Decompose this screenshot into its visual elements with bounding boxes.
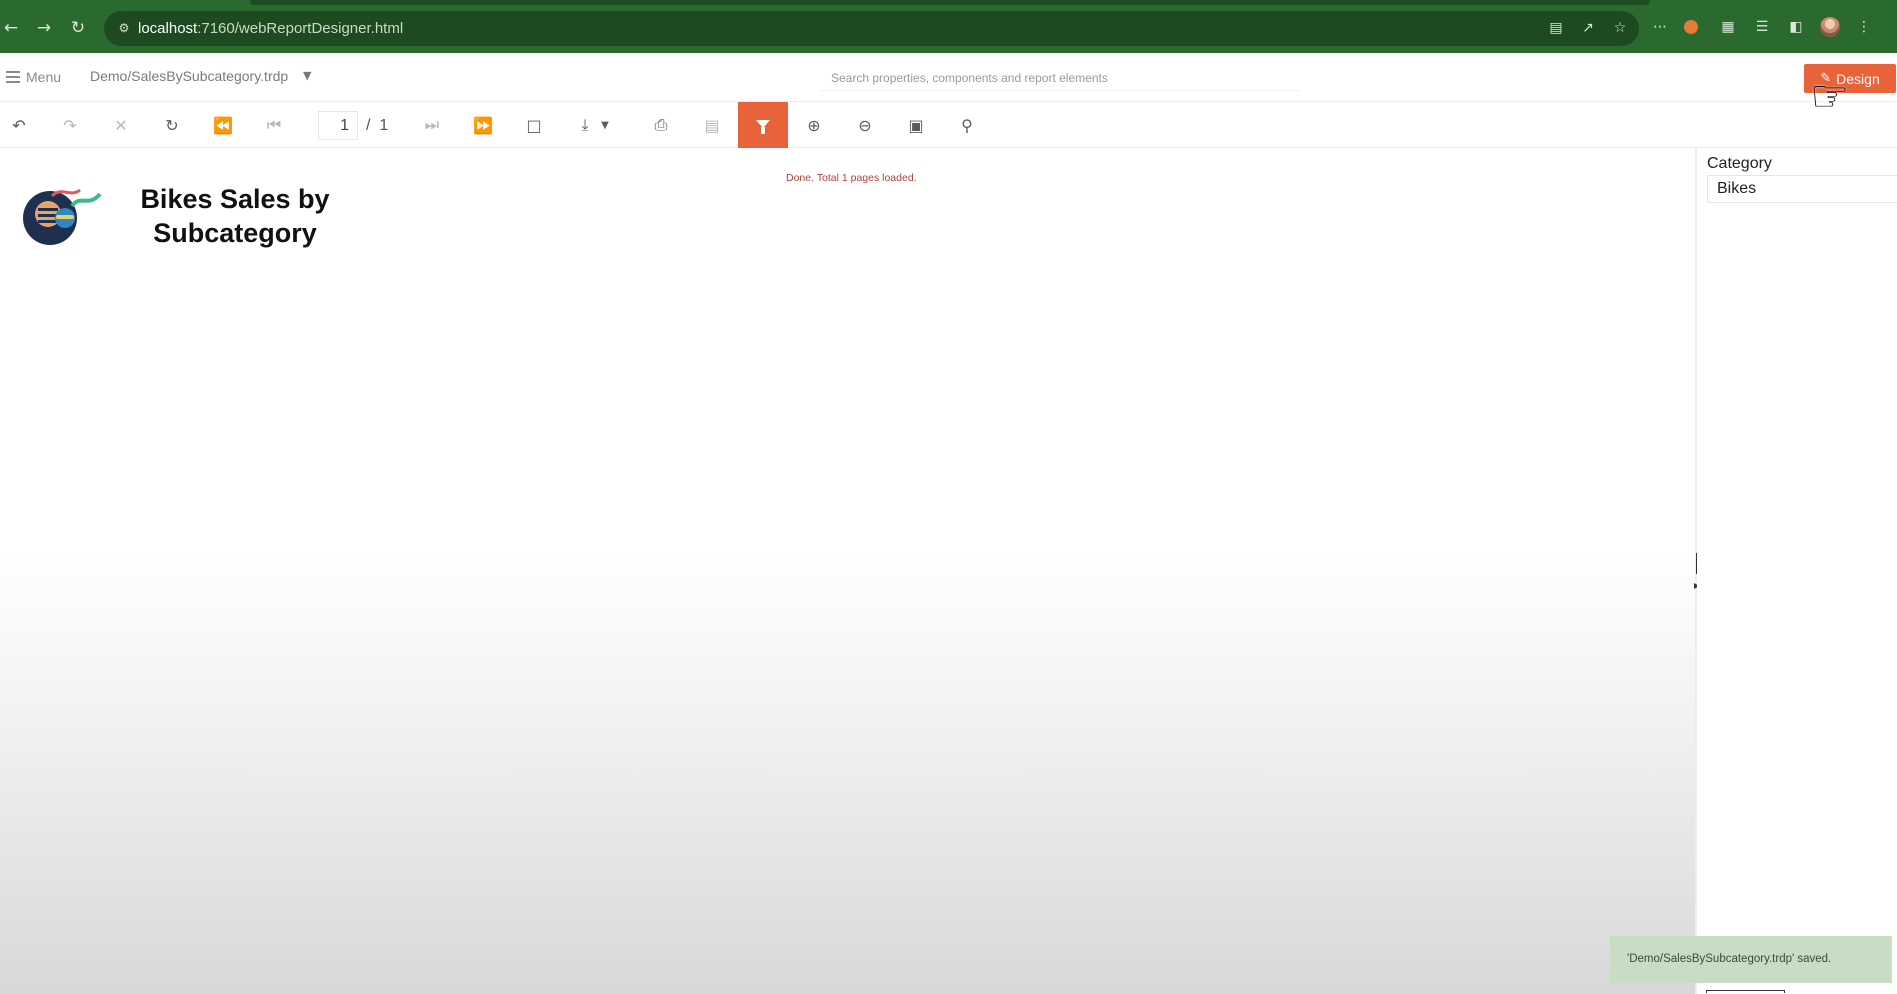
print-preview-icon[interactable]: □ — [509, 102, 559, 148]
report-file-name[interactable]: Demo/SalesBySubcategory.trdp — [90, 68, 288, 84]
clipboard-icon[interactable]: ▤ — [1547, 18, 1565, 38]
page-count: / 1 — [366, 117, 389, 134]
hamburger-icon — [6, 71, 20, 83]
previous-page-icon[interactable]: ⏮ — [249, 102, 299, 148]
print-icon[interactable]: ⎙ — [636, 102, 686, 148]
hand-cursor-icon: ☞ — [1810, 71, 1850, 122]
company-logo — [23, 188, 102, 245]
browser-menu-icon[interactable]: ⋮ — [1854, 17, 1874, 37]
extension-ball-icon[interactable] — [1684, 17, 1704, 37]
zoom-out-icon[interactable]: ⊖ — [840, 102, 890, 148]
search-icon[interactable]: ⚲ — [942, 102, 992, 148]
stop-icon[interactable]: ✕ — [96, 102, 146, 148]
chevron-down-icon[interactable]: ▼ — [303, 69, 311, 82]
next-page-icon[interactable]: ⏭ — [407, 102, 457, 148]
status-message: Done. Total 1 pages loaded. — [786, 172, 917, 184]
address-bar[interactable]: ⚙ localhost:7160/webReportDesigner.html … — [104, 11, 1639, 46]
site-info-icon[interactable]: ⚙ — [116, 20, 132, 36]
app-header: Menu Demo/SalesBySubcategory.trdp ▼ Sear… — [0, 53, 1897, 102]
browser-chrome: ← → ↻ ⚙ localhost:7160/webReportDesigner… — [0, 0, 1897, 53]
parameters-panel: Category Bikes — [1697, 148, 1897, 994]
bottom-tab-edge — [1706, 990, 1785, 993]
back-icon[interactable]: ↶ — [0, 102, 44, 148]
filter-icon[interactable] — [738, 102, 788, 148]
search-input[interactable]: Search properties, components and report… — [820, 65, 1300, 91]
browser-back-icon[interactable]: ← — [0, 17, 22, 39]
export-dropdown-icon[interactable]: ▼ — [590, 102, 620, 148]
report-viewer-canvas: Done. Total 1 pages loaded. Bikes Sales … — [0, 148, 1695, 994]
category-label: Category — [1707, 155, 1772, 172]
last-page-icon[interactable]: ⏩ — [458, 102, 508, 148]
extension-dots-icon[interactable]: ⋯ — [1650, 17, 1670, 37]
toggle-zoom-mode-icon[interactable]: ▣ — [891, 102, 941, 148]
address-url[interactable]: localhost:7160/webReportDesigner.html — [138, 20, 403, 37]
share-icon[interactable]: ↗ — [1579, 18, 1597, 38]
menu-label: Menu — [26, 69, 62, 85]
page-number-input[interactable]: 1 — [318, 111, 358, 140]
refresh-icon[interactable]: ↻ — [147, 102, 197, 148]
first-page-icon[interactable]: ⏪ — [198, 102, 248, 148]
side-panel-icon[interactable]: ◧ — [1786, 17, 1806, 37]
forward-icon[interactable]: ↷ — [45, 102, 95, 148]
document-map-icon[interactable]: ▤ — [687, 102, 737, 148]
tab-strip-edge — [250, 0, 1650, 5]
category-select[interactable]: Bikes — [1707, 175, 1897, 203]
report-title: Bikes Sales by Subcategory — [140, 184, 330, 248]
media-controls-icon[interactable]: ☰ — [1752, 17, 1772, 37]
saved-notification: 'Demo/SalesBySubcategory.trdp' saved. — [1610, 936, 1892, 983]
profile-avatar[interactable] — [1820, 17, 1840, 37]
browser-reload-icon[interactable]: ↻ — [67, 17, 89, 39]
bookmark-star-icon[interactable]: ☆ — [1611, 18, 1629, 38]
zoom-in-icon[interactable]: ⊕ — [789, 102, 839, 148]
browser-forward-icon[interactable]: → — [33, 17, 55, 39]
menu-button[interactable]: Menu — [6, 67, 61, 87]
extensions-puzzle-icon[interactable]: ▦ — [1718, 17, 1738, 37]
viewer-toolbar: ↶ ↷ ✕ ↻ ⏪ ⏮ 1 / 1 ⏭ ⏩ □ ⤓ ▼ ⎙ ▤ ⊕ ⊖ ▣ ⚲ — [0, 102, 1897, 148]
